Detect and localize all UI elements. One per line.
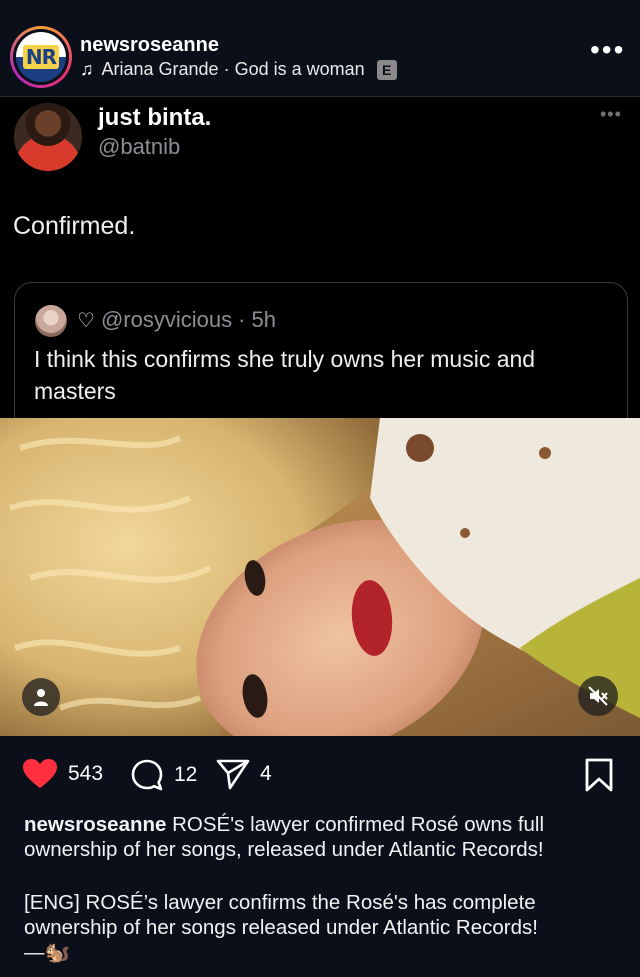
music-text: Ariana Grande · God is a woman	[101, 59, 365, 79]
mute-button[interactable]	[578, 676, 618, 716]
like-count: 543	[68, 762, 104, 785]
share-count: 4	[260, 762, 272, 785]
comment-count: 12	[174, 763, 198, 786]
user-tag-button[interactable]	[22, 678, 60, 716]
caption-sign-off: —🐿️	[24, 941, 71, 964]
explicit-badge: E	[376, 59, 397, 80]
tweet-more-icon: •••	[600, 104, 622, 124]
quoted-tweet: ♡ @rosyvicious · 5h I think this confirm…	[14, 282, 628, 422]
action-bar: 543 12 4	[0, 736, 640, 812]
quoted-meta: ♡ @rosyvicious · 5h	[77, 307, 276, 333]
muted-speaker-icon	[588, 686, 608, 706]
like-button[interactable]: 543	[22, 758, 103, 790]
tweet-author-handle: @batnib	[98, 134, 181, 159]
post-header: NR newsroseanne ♫ Ariana Grande · God is…	[0, 0, 640, 96]
more-options-icon[interactable]: •••	[590, 36, 625, 64]
send-icon	[216, 759, 250, 790]
person-icon	[34, 689, 48, 706]
profile-avatar[interactable]: NR	[10, 26, 72, 88]
quoted-time: · 5h	[238, 307, 276, 332]
quoted-author-avatar	[35, 305, 67, 337]
music-note-icon: ♫	[80, 59, 94, 79]
caption-username[interactable]: newsroseanne	[24, 813, 166, 836]
comment-icon	[131, 759, 163, 791]
tweet-author-name: just binta.	[98, 104, 212, 131]
comment-button[interactable]: 12	[130, 758, 197, 792]
caption-eng-text: [ENG] ROSÉ’s lawyer confirms the Rosé's …	[24, 891, 538, 939]
quoted-text: I think this confirms she truly owns her…	[34, 346, 536, 404]
bookmark-icon	[585, 758, 613, 792]
post-caption: newsroseanne ROSÉ's lawyer confirmed Ros…	[24, 812, 624, 965]
share-button[interactable]: 4	[216, 758, 272, 790]
avatar-logo-text: NR	[22, 45, 60, 69]
save-button[interactable]	[584, 758, 614, 797]
heart-outline-icon: ♡	[77, 309, 95, 332]
heart-filled-icon	[23, 759, 57, 788]
quoted-handle: @rosyvicious	[100, 307, 233, 332]
tweet-text: Confirmed.	[13, 212, 136, 240]
tweet-author-avatar	[14, 103, 82, 171]
post-photo[interactable]	[0, 418, 640, 736]
post-username[interactable]: newsroseanne	[80, 34, 219, 57]
music-attribution[interactable]: ♫ Ariana Grande · God is a woman E	[80, 59, 397, 80]
